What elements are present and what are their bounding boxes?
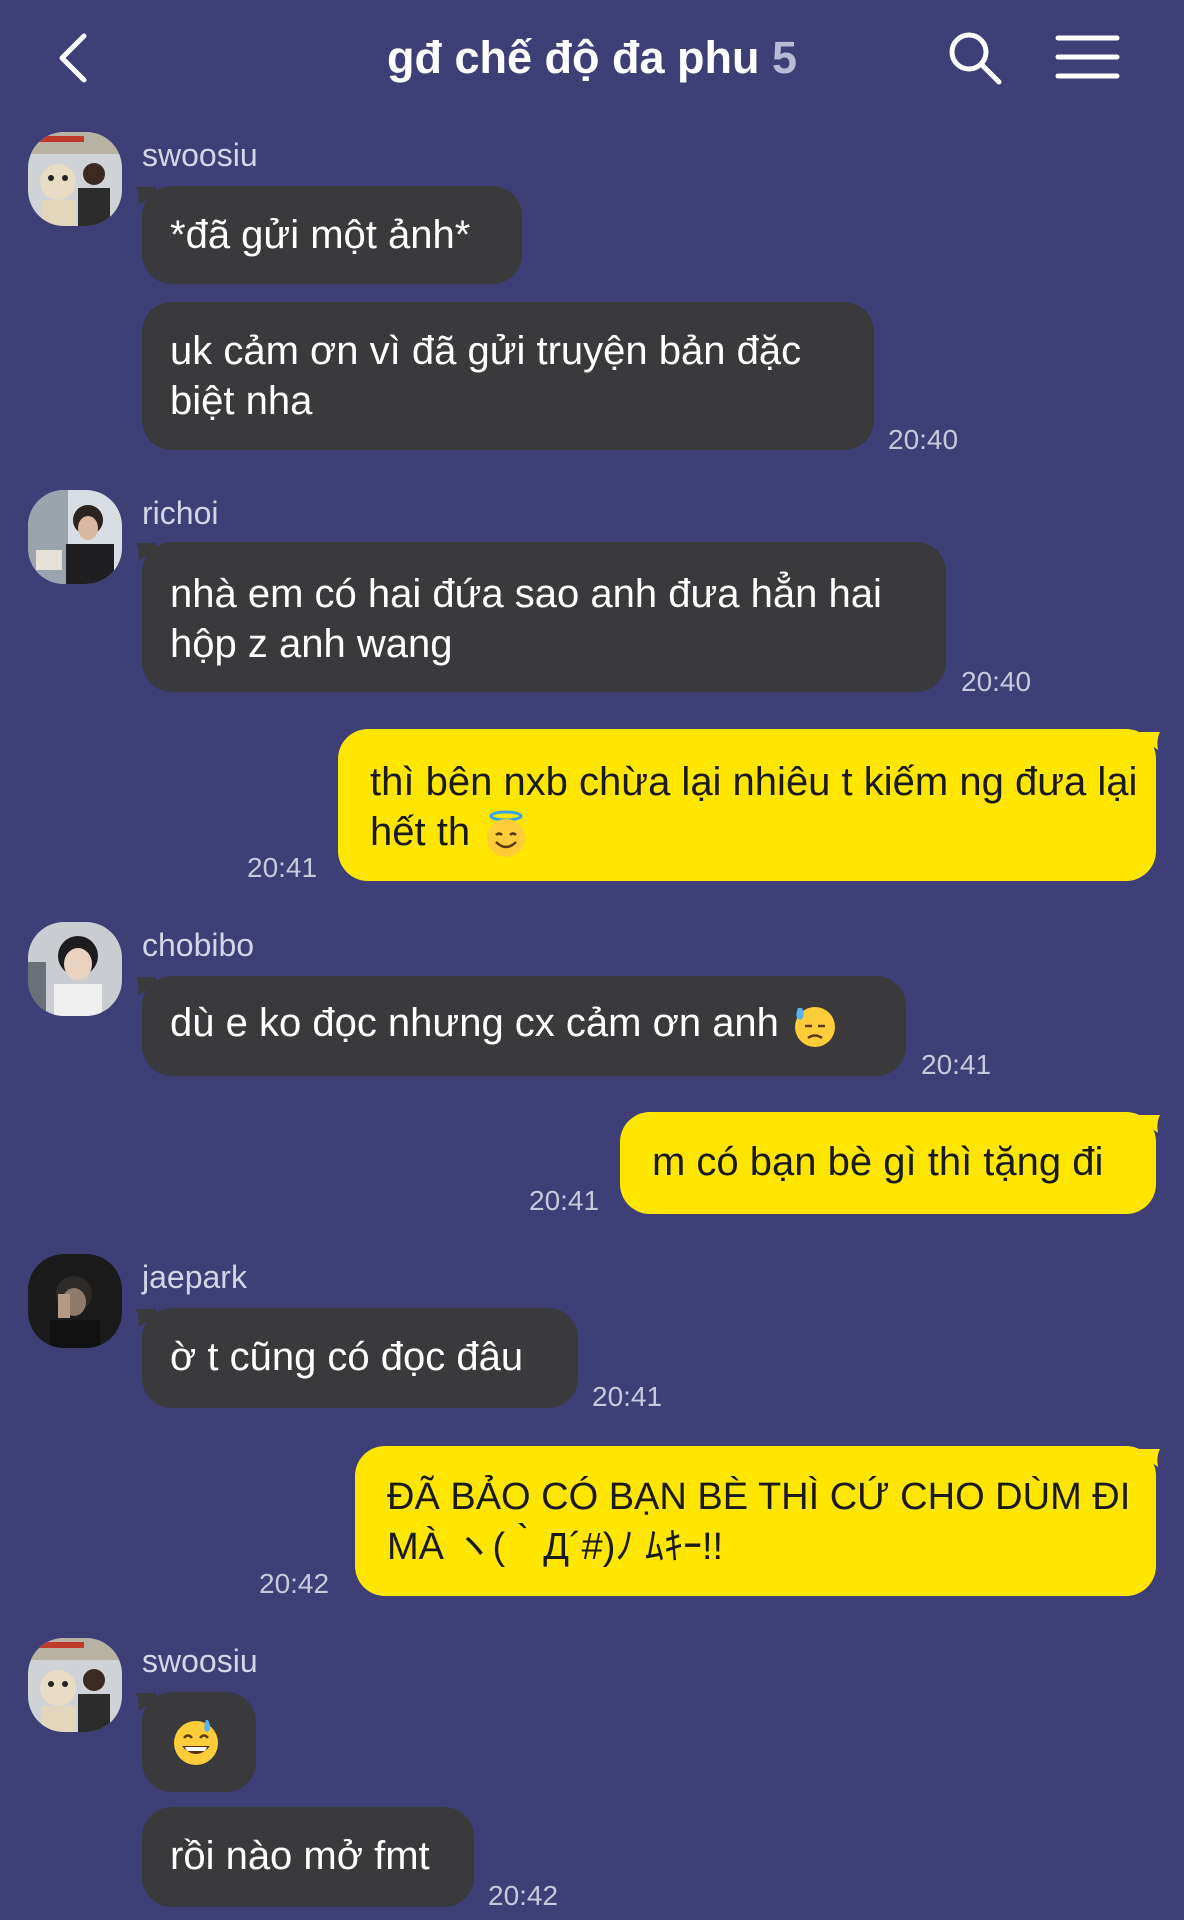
- message-bubble[interactable]: ờ t cũng có đọc đâu: [142, 1308, 578, 1408]
- message-text: ờ t cũng có đọc đâu: [170, 1335, 524, 1379]
- message-text: dù e ko đọc nhưng cx cảm ơn anh: [170, 998, 840, 1050]
- message-time: 20:42: [259, 1568, 330, 1599]
- message-time: 20:41: [921, 1049, 992, 1080]
- message-text: ĐÃ BẢO CÓ BẠN BÈ THÌ CỨ CHO DÙM ĐI MÀ ヽ(…: [387, 1476, 1131, 1568]
- avatar-chobibo[interactable]: [28, 922, 122, 1016]
- message-text-content: dù e ko đọc nhưng cx cảm ơn anh: [170, 1001, 779, 1045]
- bubble-tail: [1138, 732, 1160, 750]
- message-time: 20:41: [592, 1381, 663, 1412]
- message-bubble[interactable]: *đã gửi một ảnh*: [142, 186, 522, 284]
- message-bubble[interactable]: ĐÃ BẢO CÓ BẠN BÈ THÌ CỨ CHO DÙM ĐI MÀ ヽ(…: [355, 1446, 1156, 1596]
- avatar-jaepark[interactable]: [28, 1254, 122, 1348]
- message-time: 20:40: [961, 666, 1032, 697]
- chat-title: gđ chế độ đa phu 5: [0, 32, 1184, 84]
- message-text: thì bên nxb chừa lại nhiêu t kiếm ng đưa…: [370, 757, 1140, 859]
- bubble-tail: [1138, 1449, 1160, 1467]
- message-time: 20:41: [529, 1185, 600, 1216]
- downcast-face-with-sweat-icon: [795, 1007, 836, 1048]
- message-time: 20:42: [488, 1880, 559, 1911]
- message-bubble[interactable]: thì bên nxb chừa lại nhiêu t kiếm ng đưa…: [338, 729, 1156, 881]
- grinning-face-with-sweat-icon: [174, 1720, 218, 1765]
- member-count: 5: [771, 32, 798, 83]
- sender-name: richoi: [142, 495, 219, 531]
- message-bubble[interactable]: dù e ko đọc nhưng cx cảm ơn anh: [142, 976, 906, 1076]
- message-text: *đã gửi một ảnh*: [170, 213, 471, 257]
- avatar-swoosiu[interactable]: [28, 132, 122, 226]
- message-text: rồi nào mở fmt: [170, 1834, 430, 1878]
- message-bubble[interactable]: [142, 1692, 256, 1792]
- message-bubble[interactable]: m có bạn bè gì thì tặng đi: [620, 1112, 1156, 1214]
- hamburger-menu-icon[interactable]: [1055, 30, 1120, 85]
- smiling-face-with-halo-icon: [487, 810, 526, 858]
- avatar-swoosiu[interactable]: [28, 1638, 122, 1732]
- message-text: m có bạn bè gì thì tặng đi: [652, 1140, 1104, 1184]
- sender-name: chobibo: [142, 927, 255, 963]
- message-time: 20:40: [888, 424, 959, 455]
- message-time: 20:41: [247, 852, 318, 883]
- sender-name: swoosiu: [142, 1643, 258, 1679]
- message-bubble[interactable]: uk cảm ơn vì đã gửi truyện bản đặc biệt …: [142, 302, 874, 450]
- bubble-tail: [1138, 1115, 1160, 1133]
- message-text: uk cảm ơn vì đã gửi truyện bản đặc biệt …: [170, 329, 802, 423]
- chat-title-text: gđ chế độ đa phu: [386, 32, 760, 83]
- message-text: nhà em có hai đứa sao anh đưa hẳn hai hộ…: [170, 572, 882, 666]
- message-bubble[interactable]: rồi nào mở fmt: [142, 1807, 474, 1907]
- sender-name: jaepark: [142, 1259, 247, 1295]
- message-bubble[interactable]: nhà em có hai đứa sao anh đưa hẳn hai hộ…: [142, 542, 946, 692]
- sender-name: swoosiu: [142, 137, 258, 173]
- chat-header: gđ chế độ đa phu 5: [0, 0, 1184, 120]
- avatar-richoi[interactable]: [28, 490, 122, 584]
- search-icon[interactable]: [945, 28, 1005, 88]
